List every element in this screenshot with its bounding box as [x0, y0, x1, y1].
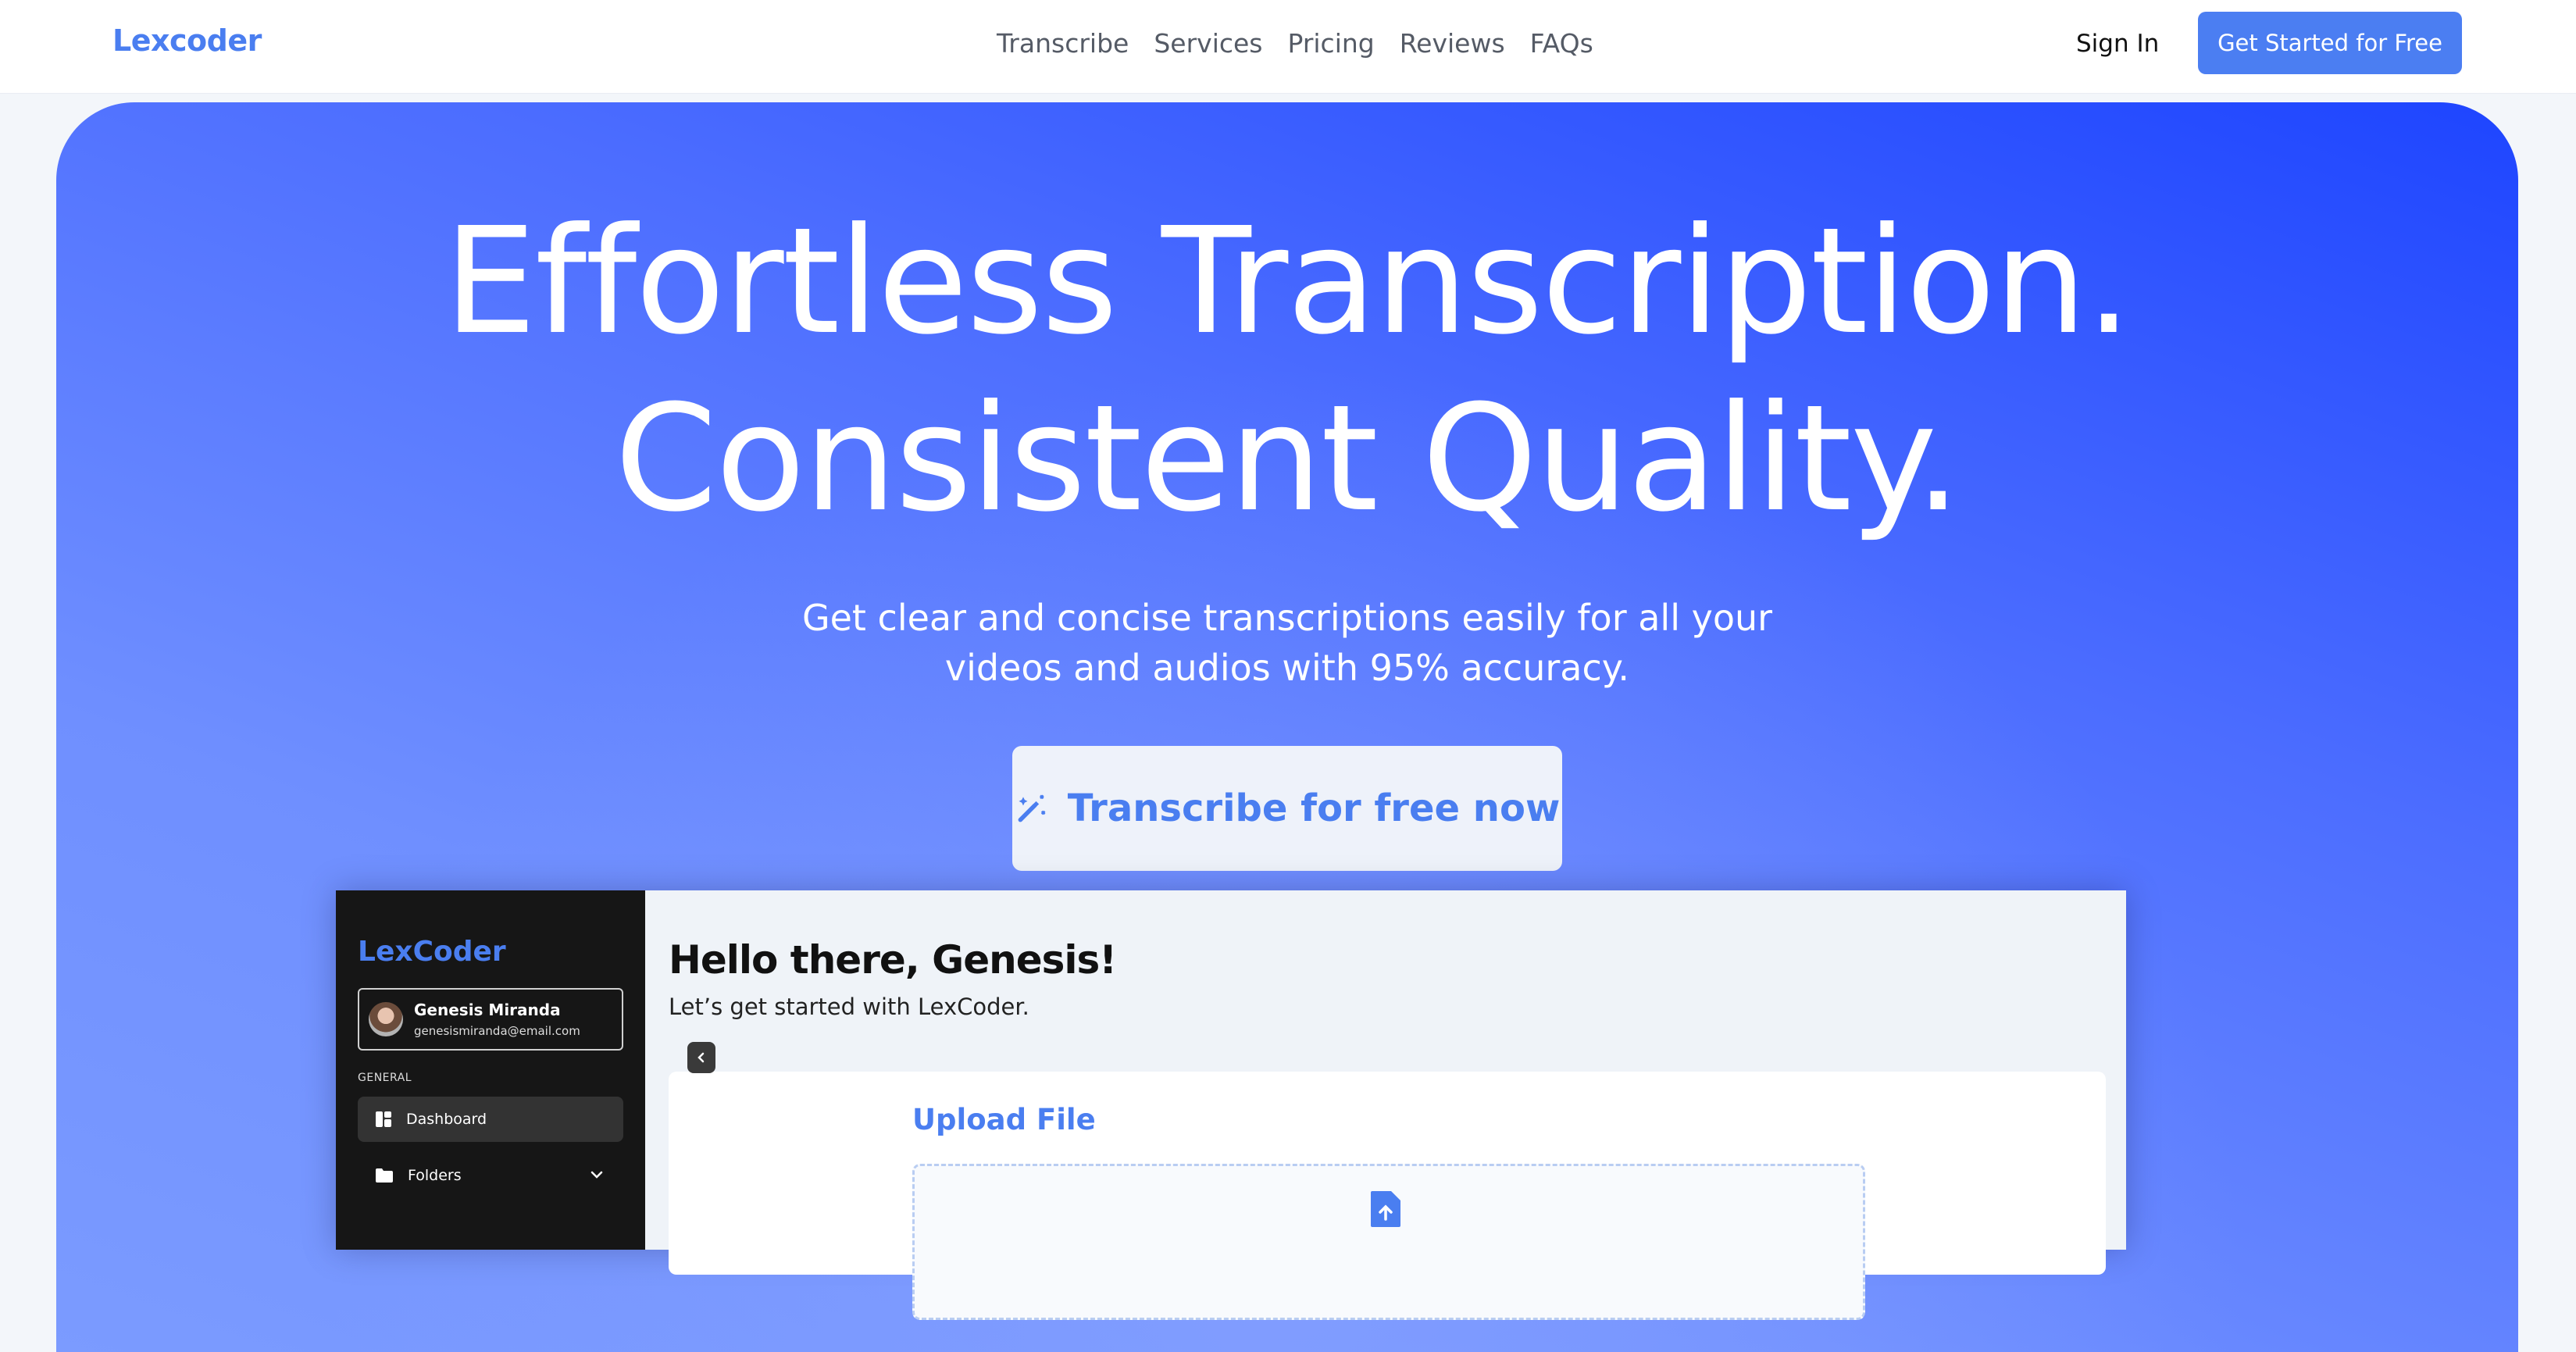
greeting-subtitle: Let’s get started with LexCoder.: [669, 993, 1029, 1020]
app-logo: LexCoder: [358, 936, 506, 968]
top-navbar: Lexcoder Transcribe Services Pricing Rev…: [0, 0, 2576, 94]
upload-card: Upload File: [669, 1072, 2106, 1320]
chevron-down-icon[interactable]: [589, 1167, 605, 1183]
transcribe-free-label: Transcribe for free now: [1067, 787, 1561, 830]
nav-link-services[interactable]: Services: [1154, 27, 1262, 64]
greeting-title: Hello there, Genesis!: [669, 937, 1117, 983]
sign-in-link[interactable]: Sign In: [2076, 27, 2159, 61]
file-dropzone[interactable]: [912, 1164, 1865, 1320]
folder-icon: [376, 1168, 393, 1183]
app-sidebar: LexCoder Genesis Miranda genesismiranda@…: [336, 890, 645, 1250]
nav-link-reviews[interactable]: Reviews: [1400, 27, 1505, 64]
brand-logo[interactable]: Lexcoder: [112, 23, 262, 58]
main-menu: Transcribe Services Pricing Reviews FAQs: [997, 27, 1593, 64]
hero-title-line2: Consistent Quality.: [614, 373, 1961, 544]
nav-link-faqs[interactable]: FAQs: [1530, 27, 1593, 64]
dashboard-icon: [376, 1111, 391, 1127]
hero-subtitle: Get clear and concise transcriptions eas…: [801, 597, 1773, 689]
get-started-button[interactable]: Get Started for Free: [2198, 12, 2462, 74]
avatar: [369, 1002, 403, 1036]
sidebar-item-label: Folders: [408, 1167, 462, 1184]
nav-link-transcribe[interactable]: Transcribe: [997, 27, 1129, 64]
file-upload-icon: [1371, 1191, 1400, 1227]
user-card[interactable]: Genesis Miranda genesismiranda@email.com: [358, 988, 623, 1051]
sidebar-section-label: GENERAL: [358, 1072, 412, 1084]
user-email: genesismiranda@email.com: [414, 1024, 580, 1038]
transcribe-free-button[interactable]: Transcribe for free now: [1012, 746, 1562, 871]
nav-link-pricing[interactable]: Pricing: [1288, 27, 1375, 64]
app-preview: LexCoder Genesis Miranda genesismiranda@…: [336, 890, 2126, 1320]
chevron-left-icon: [698, 1052, 705, 1063]
user-name: Genesis Miranda: [414, 1001, 561, 1019]
magic-wand-icon: [1018, 794, 1046, 822]
sidebar-item-folders[interactable]: Folders: [358, 1153, 623, 1198]
upload-title: Upload File: [912, 1103, 1096, 1136]
app-main-panel: Hello there, Genesis! Let’s get started …: [645, 890, 2126, 1320]
sidebar-item-label: Dashboard: [406, 1111, 487, 1128]
sidebar-collapse-button[interactable]: [687, 1042, 715, 1073]
hero-title-line1: Effortless Transcription.: [444, 196, 2132, 367]
sidebar-item-dashboard[interactable]: Dashboard: [358, 1097, 623, 1142]
